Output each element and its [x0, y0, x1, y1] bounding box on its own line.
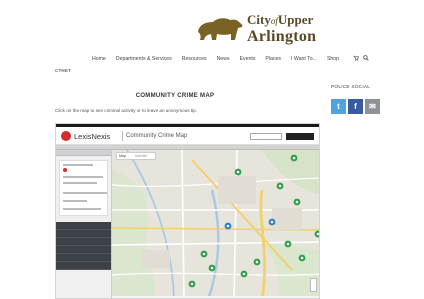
crime-map-embed[interactable]: LexisNexis Community Crime Map Map Satel… [55, 123, 320, 299]
site-header: CityofUpper Arlington Home Departments &… [0, 0, 424, 62]
intro-text: Click on the map to see criminal activit… [55, 108, 197, 113]
nav-resources[interactable]: Resources [182, 56, 207, 62]
incident-marker-icon[interactable] [234, 168, 242, 176]
nav-home[interactable]: Home [92, 56, 106, 62]
incident-marker-icon[interactable] [314, 230, 320, 238]
nav-departments[interactable]: Departments & Services [116, 56, 172, 62]
twitter-button[interactable]: t [331, 99, 346, 114]
embed-brand: LexisNexis [74, 132, 111, 141]
filter-panel-header [56, 150, 111, 156]
embed-secondary-button[interactable] [250, 133, 282, 140]
nav-news[interactable]: News [217, 56, 230, 62]
incident-marker-icon[interactable] [268, 218, 276, 226]
main-nav: Home Departments & Services Resources Ne… [92, 53, 369, 65]
nav-events[interactable]: Events [240, 56, 256, 62]
incident-marker-icon[interactable] [290, 154, 298, 162]
nav-i-want-to[interactable]: I Want To... [291, 56, 317, 62]
incident-marker-icon[interactable] [224, 222, 232, 230]
facebook-button[interactable]: f [348, 99, 363, 114]
filter-section[interactable] [56, 254, 111, 262]
city-logo[interactable]: CityofUpper Arlington [195, 10, 325, 45]
nav-places[interactable]: Places [265, 56, 281, 62]
filter-sections [56, 222, 111, 270]
logo-upper: Upper [277, 12, 314, 27]
incident-marker-icon[interactable] [276, 182, 284, 190]
filter-section[interactable] [56, 222, 111, 230]
embed-divider [122, 131, 123, 141]
cart-icon[interactable] [353, 55, 359, 63]
filter-section[interactable] [56, 246, 111, 254]
incident-markers [188, 154, 320, 288]
search-icon[interactable] [363, 55, 369, 63]
embed-app-title: Community Crime Map [126, 133, 188, 139]
email-button[interactable]: ✉ [365, 99, 380, 114]
twitter-icon: t [337, 102, 340, 111]
filter-panel [56, 150, 112, 298]
alert-icon [63, 168, 67, 172]
incident-marker-icon[interactable] [293, 198, 301, 206]
logo-arlington: Arlington [247, 28, 317, 45]
embed-primary-button[interactable] [286, 133, 314, 140]
bear-logo-icon [198, 18, 243, 40]
filter-section[interactable] [56, 230, 111, 238]
logo-of: of [270, 16, 278, 26]
sidebar-title: POLICE SOCIAL [331, 85, 371, 90]
incident-marker-icon[interactable] [200, 250, 208, 258]
social-buttons: t f ✉ [331, 99, 382, 114]
logo-city: City [247, 12, 271, 27]
facebook-icon: f [354, 102, 357, 111]
filter-block[interactable] [59, 160, 108, 216]
incident-marker-icon[interactable] [298, 254, 306, 262]
breadcrumb[interactable]: CTHET [55, 68, 71, 73]
filter-section[interactable] [56, 262, 111, 270]
incident-marker-icon[interactable] [240, 270, 248, 278]
nav-shop[interactable]: Shop [327, 56, 339, 62]
lexisnexis-logo-icon [61, 131, 71, 141]
email-icon: ✉ [369, 102, 376, 111]
filter-section[interactable] [56, 238, 111, 246]
page-title: COMMUNITY CRIME MAP [135, 93, 215, 99]
incident-marker-icon[interactable] [284, 240, 292, 248]
map-zoom-control[interactable] [310, 278, 317, 292]
incident-marker-icon[interactable] [253, 258, 261, 266]
map-canvas[interactable]: Map Satellite [112, 150, 320, 298]
logo-text: CityofUpper Arlington [247, 12, 316, 45]
embed-header: LexisNexis Community Crime Map [56, 127, 319, 145]
incident-marker-icon[interactable] [188, 280, 196, 288]
incident-marker-icon[interactable] [208, 264, 216, 272]
